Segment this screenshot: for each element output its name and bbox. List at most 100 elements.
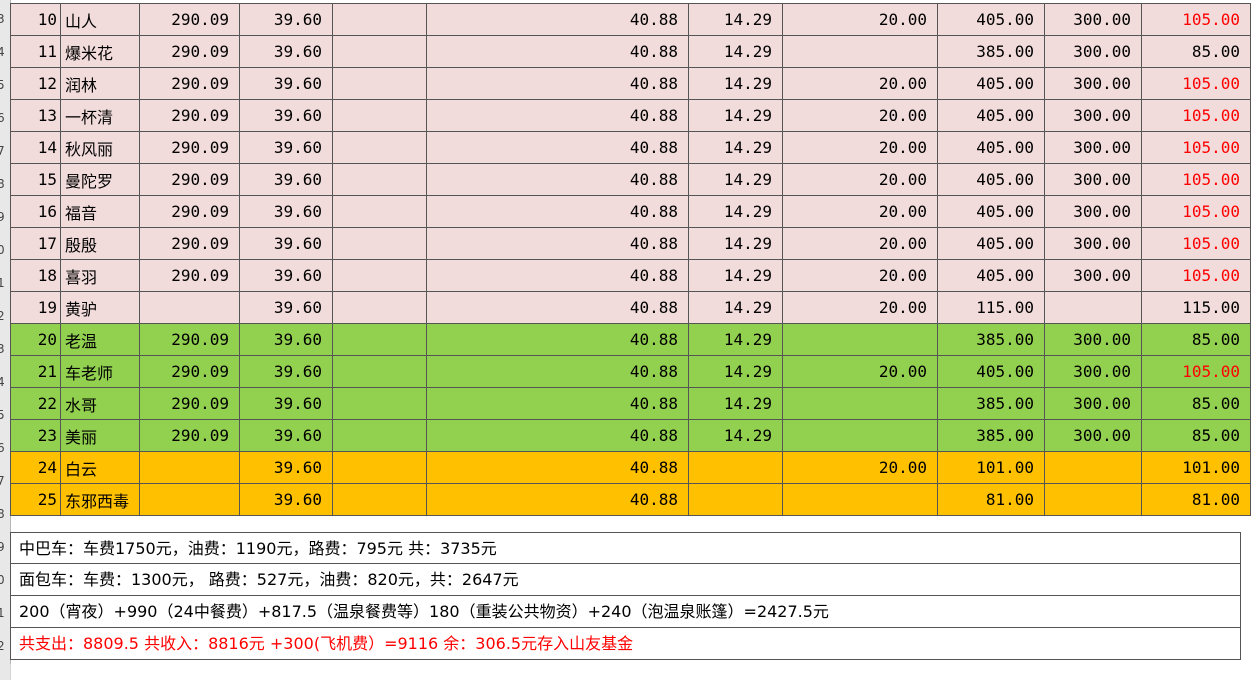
cell-c7[interactable]: 405.00	[937, 67, 1046, 100]
cell-c8[interactable]: 300.00	[1044, 323, 1143, 356]
row-header-number[interactable]: 7	[0, 135, 10, 168]
cell-c5[interactable]: 14.29	[688, 259, 784, 292]
cell-c6[interactable]: 20.00	[782, 163, 939, 196]
cell-c3[interactable]	[332, 291, 428, 324]
cell-c9[interactable]: 105.00	[1141, 195, 1252, 228]
cell-index[interactable]: 25	[10, 483, 61, 516]
cell-c9[interactable]: 105.00	[1141, 227, 1252, 260]
cell-c4[interactable]: 40.88	[426, 3, 690, 36]
cell-c6[interactable]: 20.00	[782, 67, 939, 100]
cell-c3[interactable]	[332, 99, 428, 132]
cell-c4[interactable]: 40.88	[426, 131, 690, 164]
cell-c7[interactable]: 385.00	[937, 419, 1046, 452]
cell-c9[interactable]: 105.00	[1141, 3, 1252, 36]
cell-c1[interactable]: 290.09	[139, 163, 241, 196]
cell-c5[interactable]: 14.29	[688, 131, 784, 164]
cell-c4[interactable]: 40.88	[426, 355, 690, 388]
cell-c2[interactable]: 39.60	[239, 227, 334, 260]
cell-name[interactable]: 一杯清	[59, 99, 141, 132]
cell-c6[interactable]: 20.00	[782, 451, 939, 484]
cell-c2[interactable]: 39.60	[239, 3, 334, 36]
cell-c9[interactable]: 105.00	[1141, 259, 1252, 292]
cell-c2[interactable]: 39.60	[239, 323, 334, 356]
cell-name[interactable]: 东邪西毒	[59, 483, 141, 516]
cell-c7[interactable]: 405.00	[937, 259, 1046, 292]
cell-c7[interactable]: 81.00	[937, 483, 1046, 516]
cell-c1[interactable]: 290.09	[139, 387, 241, 420]
cell-c5[interactable]: 14.29	[688, 419, 784, 452]
cell-c5[interactable]: 14.29	[688, 291, 784, 324]
cell-c9[interactable]: 85.00	[1141, 387, 1252, 420]
cell-index[interactable]: 24	[10, 451, 61, 484]
row-header-number[interactable]: 6	[0, 432, 10, 465]
cell-c4[interactable]: 40.88	[426, 163, 690, 196]
cell-c6[interactable]: 20.00	[782, 227, 939, 260]
cell-index[interactable]: 17	[10, 227, 61, 260]
cell-name[interactable]: 老温	[59, 323, 141, 356]
row-header-number[interactable]: 9	[0, 531, 10, 564]
cell-name[interactable]: 福音	[59, 195, 141, 228]
cell-c3[interactable]	[332, 387, 428, 420]
cell-c8[interactable]: 300.00	[1044, 163, 1143, 196]
row-header-number[interactable]: 3	[0, 333, 10, 366]
summary-note[interactable]: 共支出：8809.5 共收入：8816元 +300(飞机费）=9116 余：30…	[10, 628, 1241, 660]
cell-c8[interactable]: 300.00	[1044, 259, 1143, 292]
row-header-number[interactable]: 5	[0, 399, 10, 432]
cell-c6[interactable]	[782, 419, 939, 452]
row-header-number[interactable]: 5	[0, 69, 10, 102]
cell-c9[interactable]: 101.00	[1141, 451, 1252, 484]
row-header-number[interactable]: 8	[0, 168, 10, 201]
cell-index[interactable]: 22	[10, 387, 61, 420]
cell-c8[interactable]: 300.00	[1044, 195, 1143, 228]
cell-c3[interactable]	[332, 195, 428, 228]
cell-c4[interactable]: 40.88	[426, 195, 690, 228]
cell-c5[interactable]: 14.29	[688, 387, 784, 420]
cell-c1[interactable]: 290.09	[139, 323, 241, 356]
cell-c2[interactable]: 39.60	[239, 387, 334, 420]
cell-c3[interactable]	[332, 355, 428, 388]
cell-c2[interactable]: 39.60	[239, 259, 334, 292]
cell-c9[interactable]: 85.00	[1141, 323, 1252, 356]
cell-c7[interactable]: 115.00	[937, 291, 1046, 324]
cell-c3[interactable]	[332, 451, 428, 484]
row-header-number[interactable]: 2	[0, 630, 10, 663]
cell-index[interactable]: 18	[10, 259, 61, 292]
cell-c8[interactable]	[1044, 483, 1143, 516]
cell-c3[interactable]	[332, 3, 428, 36]
cell-index[interactable]: 21	[10, 355, 61, 388]
cell-c1[interactable]	[139, 451, 241, 484]
cell-c2[interactable]: 39.60	[239, 35, 334, 68]
cell-index[interactable]: 16	[10, 195, 61, 228]
row-header-number[interactable]: 4	[0, 36, 10, 69]
cell-index[interactable]: 13	[10, 99, 61, 132]
cell-c1[interactable]	[139, 291, 241, 324]
cell-c5[interactable]	[688, 483, 784, 516]
cell-c4[interactable]: 40.88	[426, 227, 690, 260]
cell-c8[interactable]: 300.00	[1044, 3, 1143, 36]
cell-c6[interactable]: 20.00	[782, 195, 939, 228]
cell-c7[interactable]: 405.00	[937, 355, 1046, 388]
cell-c8[interactable]: 300.00	[1044, 355, 1143, 388]
cell-c9[interactable]: 105.00	[1141, 131, 1252, 164]
cell-index[interactable]: 19	[10, 291, 61, 324]
cell-c1[interactable]: 290.09	[139, 35, 241, 68]
cell-c9[interactable]: 85.00	[1141, 419, 1252, 452]
cell-c2[interactable]: 39.60	[239, 355, 334, 388]
summary-note[interactable]: 200（宵夜）+990（24中餐费）+817.5（温泉餐费等）180（重装公共物…	[10, 596, 1241, 628]
cell-c4[interactable]: 40.88	[426, 451, 690, 484]
row-header-number[interactable]: 9	[0, 201, 10, 234]
row-header-number[interactable]: 1	[0, 597, 10, 630]
summary-note[interactable]: 中巴车：车费1750元，油费：1190元，路费：795元 共：3735元	[10, 532, 1241, 564]
cell-c6[interactable]: 20.00	[782, 131, 939, 164]
cell-c3[interactable]	[332, 323, 428, 356]
cell-name[interactable]: 美丽	[59, 419, 141, 452]
cell-c4[interactable]: 40.88	[426, 323, 690, 356]
cell-c9[interactable]: 105.00	[1141, 67, 1252, 100]
cell-c8[interactable]: 300.00	[1044, 131, 1143, 164]
cell-c3[interactable]	[332, 131, 428, 164]
cell-c5[interactable]: 14.29	[688, 67, 784, 100]
row-header-number[interactable]: 6	[0, 102, 10, 135]
cell-c5[interactable]: 14.29	[688, 195, 784, 228]
cell-name[interactable]: 白云	[59, 451, 141, 484]
row-header-number[interactable]: 0	[0, 234, 10, 267]
